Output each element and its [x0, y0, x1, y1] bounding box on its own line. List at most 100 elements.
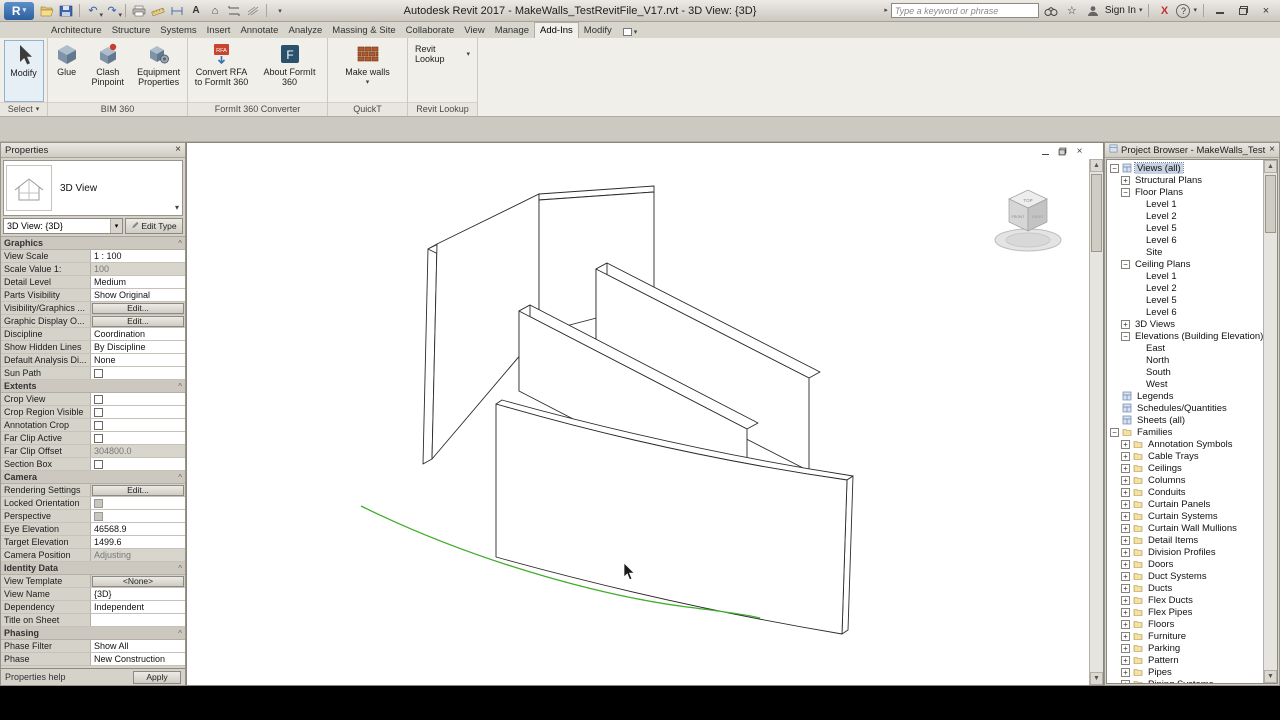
property-value[interactable] [91, 458, 185, 470]
tree-item-east[interactable]: East [1107, 342, 1263, 354]
expand-icon[interactable]: + [1121, 643, 1130, 653]
property-value[interactable] [91, 614, 185, 626]
tab-add-ins[interactable]: Add-Ins [534, 22, 579, 38]
tree-item-level-5[interactable]: Level 5 [1107, 294, 1263, 306]
tree-item-pipes[interactable]: + Pipes [1107, 666, 1263, 678]
browser-scrollbar[interactable]: ▲ ▼ [1263, 160, 1277, 683]
exchange-apps-icon[interactable]: X [1155, 3, 1173, 19]
browser-scrollbar-thumb[interactable] [1265, 175, 1276, 233]
tab-manage[interactable]: Manage [490, 23, 534, 38]
glue-button[interactable]: Glue [50, 40, 83, 102]
expand-icon[interactable]: + [1121, 679, 1130, 683]
scroll-up-icon[interactable]: ▲ [1090, 159, 1103, 172]
panel-label-formit-360-converter[interactable]: FormIt 360 Converter [188, 102, 327, 116]
tree-item-ceilings[interactable]: + Ceilings [1107, 462, 1263, 474]
undo-button[interactable]: ↶ ▾ [84, 3, 103, 19]
property-group-extents[interactable]: Extents ^ [1, 380, 185, 393]
tab-architecture[interactable]: Architecture [46, 23, 107, 38]
property-value[interactable]: 46568.9 [91, 523, 185, 535]
property-value[interactable] [91, 432, 185, 444]
tree-item-south[interactable]: South [1107, 366, 1263, 378]
edit-type-button[interactable]: Edit Type [125, 218, 183, 234]
properties-header[interactable]: Properties × [1, 143, 185, 158]
expand-icon[interactable]: + [1121, 559, 1130, 569]
canvas-vertical-scrollbar[interactable]: ▲ ▼ [1089, 159, 1103, 685]
expand-icon[interactable]: + [1121, 499, 1130, 509]
expand-icon[interactable]: + [1121, 439, 1130, 449]
tree-item-level-1[interactable]: Level 1 [1107, 198, 1263, 210]
viewcube[interactable]: TOP FRONT RIGHT [994, 189, 1062, 252]
tree-item-curtain-wall-mullions[interactable]: + Curtain Wall Mullions [1107, 522, 1263, 534]
property-value[interactable]: 1 : 100 [91, 250, 185, 262]
property-button-graphic-display-o[interactable]: Edit... [92, 315, 184, 327]
tree-item-flex-pipes[interactable]: + Flex Pipes [1107, 606, 1263, 618]
section-button[interactable] [225, 3, 243, 19]
text-note-button[interactable]: A [187, 3, 205, 19]
properties-help-link[interactable]: Properties help [5, 672, 66, 682]
tree-item-west[interactable]: West [1107, 378, 1263, 390]
checkbox-crop-region-visible[interactable] [94, 407, 103, 417]
tree-item-structural-plans[interactable]: + Structural Plans [1107, 174, 1263, 186]
tree-item-columns[interactable]: + Columns [1107, 474, 1263, 486]
instance-selector-arrow-icon[interactable]: ▾ [110, 219, 122, 233]
search-icon[interactable] [1042, 3, 1060, 19]
close-project-browser-icon[interactable]: × [1269, 145, 1275, 155]
maximize-button[interactable] [1233, 3, 1253, 19]
redo-button[interactable]: ↷ ▾ [103, 3, 122, 19]
group-collapse-icon[interactable]: ^ [178, 629, 182, 638]
property-value[interactable]: New Construction [91, 653, 185, 665]
apply-button[interactable]: Apply [133, 670, 181, 684]
expand-icon[interactable]: + [1121, 607, 1130, 617]
scroll-down-icon[interactable]: ▼ [1090, 672, 1103, 685]
tree-item-ceiling-plans[interactable]: − Ceiling Plans [1107, 258, 1263, 270]
close-button[interactable]: × [1256, 3, 1276, 19]
tree-item-annotation-symbols[interactable]: + Annotation Symbols [1107, 438, 1263, 450]
print-button[interactable] [130, 3, 148, 19]
property-value[interactable] [91, 406, 185, 418]
tree-item-legends[interactable]: Legends [1107, 390, 1263, 402]
make-walls-button[interactable]: Make walls ▾ [343, 40, 393, 102]
group-collapse-icon[interactable]: ^ [178, 239, 182, 248]
expand-icon[interactable]: + [1121, 523, 1130, 533]
property-value[interactable]: By Discipline [91, 341, 185, 353]
property-value[interactable] [91, 510, 185, 522]
infocenter-collapse-icon[interactable]: ▸ [884, 7, 888, 14]
property-value[interactable] [91, 367, 185, 379]
application-menu-button[interactable]: R ▾ [4, 1, 34, 20]
canvas-scrollbar-thumb[interactable] [1091, 174, 1102, 252]
minimize-button[interactable] [1210, 3, 1230, 19]
tab-analyze[interactable]: Analyze [283, 23, 327, 38]
tree-item-parking[interactable]: + Parking [1107, 642, 1263, 654]
tree-item-curtain-panels[interactable]: + Curtain Panels [1107, 498, 1263, 510]
project-browser-header[interactable]: Project Browser - MakeWalls_TestRevitFil… [1105, 143, 1279, 158]
property-button-view-template[interactable]: <None> [92, 575, 184, 587]
tree-item-level-1[interactable]: Level 1 [1107, 270, 1263, 282]
tree-item-doors[interactable]: + Doors [1107, 558, 1263, 570]
checkbox-section-box[interactable] [94, 459, 103, 469]
tree-item-level-5[interactable]: Level 5 [1107, 222, 1263, 234]
expand-icon[interactable]: + [1121, 547, 1130, 557]
expand-icon[interactable]: + [1121, 667, 1130, 677]
expand-icon[interactable]: + [1121, 451, 1130, 461]
default-3d-view-button[interactable]: ⌂ [206, 3, 224, 19]
tree-item-north[interactable]: North [1107, 354, 1263, 366]
tree-item-cable-trays[interactable]: + Cable Trays [1107, 450, 1263, 462]
type-selector[interactable]: 3D View ▾ [3, 160, 183, 216]
tree-item-flex-ducts[interactable]: + Flex Ducts [1107, 594, 1263, 606]
checkbox-sun-path[interactable] [94, 368, 103, 378]
property-value[interactable]: Show Original [91, 289, 185, 301]
property-value[interactable]: {3D} [91, 588, 185, 600]
property-button-rendering-settings[interactable]: Edit... [92, 484, 184, 496]
about-formit-360-button[interactable]: F About FormIt 360 [255, 40, 325, 102]
property-value[interactable] [91, 393, 185, 405]
checkbox-annotation-crop[interactable] [94, 420, 103, 430]
expand-icon[interactable]: + [1121, 487, 1130, 497]
tab-view[interactable]: View [459, 23, 489, 38]
open-button[interactable] [38, 3, 56, 19]
tree-item-level-6[interactable]: Level 6 [1107, 234, 1263, 246]
ribbon-display-toggle[interactable]: ▾ [622, 28, 637, 38]
expand-icon[interactable]: + [1121, 595, 1130, 605]
save-button[interactable] [57, 3, 75, 19]
checkbox-far-clip-active[interactable] [94, 433, 103, 443]
tab-modify[interactable]: Modify [579, 23, 617, 38]
